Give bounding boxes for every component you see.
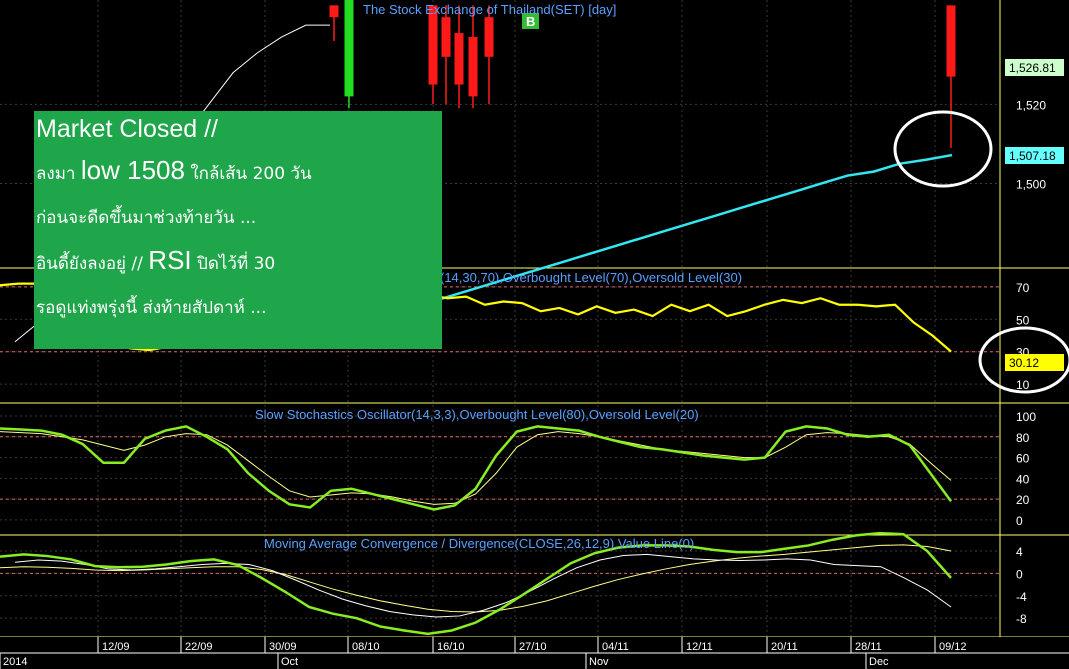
- highlight-circle: [893, 110, 993, 188]
- rsi-value-label: 30.12: [1009, 356, 1039, 370]
- x-tick-label: 04/11: [602, 641, 629, 653]
- y-tick-label: 70: [1016, 281, 1030, 295]
- period-label: Dec: [869, 656, 889, 668]
- y-tick-label: 0: [1016, 567, 1023, 581]
- last-price-label: 1,526.81: [1009, 61, 1056, 75]
- annotation-line-1: Market Closed //: [36, 115, 219, 143]
- period-label: Nov: [589, 656, 609, 668]
- annotation-line-3: ก่อนจะดีดขึ้นมาช่วงท้ายวัน ...: [36, 208, 257, 228]
- x-tick-label: 22/09: [185, 641, 213, 653]
- y-tick-label: 1,500: [1016, 177, 1046, 191]
- x-tick-label: 30/09: [269, 641, 297, 653]
- annotation-line-5: รอดูแท่งพรุ่งนี้ ส่งท้ายสัปดาห์ ...: [36, 298, 267, 318]
- rsi-panel-title: (14,30,70),Overbought Level(70),Oversold…: [440, 270, 742, 285]
- annotation-text: ลงมา: [36, 164, 81, 184]
- annotation-text: อินดี้ยังลงอยู่ //: [36, 254, 149, 274]
- y-tick-label: 1,520: [1016, 98, 1046, 112]
- y-tick-label: -8: [1016, 612, 1027, 626]
- annotation-line-2: ลงมา low 1508 ใกล้เส้น 200 วัน: [36, 155, 312, 187]
- y-tick-label: 50: [1016, 313, 1030, 327]
- annotation-box: Market Closed // ลงมา low 1508 ใกล้เส้น …: [34, 111, 442, 349]
- y-tick-label: 40: [1016, 472, 1030, 486]
- period-label: Oct: [281, 656, 298, 668]
- x-tick-label: 28/11: [855, 641, 882, 653]
- y-tick-label: 0: [1016, 514, 1023, 528]
- x-tick-label: 20/11: [771, 641, 798, 653]
- candle-body: [329, 5, 339, 18]
- candle-body: [428, 5, 438, 85]
- stock-chart: 1,520 1,500 70 50 30 10 100 80 60 40 20 0 4 0 -4 -8 B The…: [0, 0, 1069, 669]
- ma-value-label: 1,507.18: [1009, 149, 1056, 163]
- y-tick-label: 4: [1016, 545, 1023, 559]
- candle-body: [468, 37, 478, 97]
- x-tick-label: 08/10: [352, 641, 380, 653]
- x-tick-label: 16/10: [437, 641, 465, 653]
- y-tick-label: 100: [1016, 410, 1036, 424]
- annotation-text: ปิดไว้ที่ 30: [191, 254, 276, 274]
- price-panel-title: The Stock Exchange of Thailand(SET) [day…: [363, 2, 616, 17]
- macd-signal-line: [0, 544, 952, 613]
- annotation-text: ใกล้เส้น 200 วัน: [184, 164, 312, 184]
- period-label: 2014: [3, 656, 27, 668]
- candle-body: [946, 5, 956, 77]
- y-tick-label: -4: [1016, 590, 1027, 604]
- y-tick-label: 80: [1016, 431, 1030, 445]
- annotation-highlight: low 1508: [80, 155, 185, 185]
- candle-body: [484, 17, 494, 57]
- x-tick-label: 12/11: [686, 641, 713, 653]
- x-tick-label: 12/09: [102, 641, 130, 653]
- annotation-highlight: RSI: [148, 245, 192, 275]
- macd-panel-title: Moving Average Convergence / Divergence(…: [264, 536, 694, 551]
- stoch-k-line: [0, 425, 953, 511]
- candle-body: [454, 33, 464, 85]
- y-tick-label: 20: [1016, 493, 1030, 507]
- x-tick-label: 09/12: [939, 641, 967, 653]
- y-tick-label: 60: [1016, 452, 1030, 466]
- candle-body: [344, 0, 354, 97]
- x-tick-label: 27/10: [519, 641, 547, 653]
- macd-value-line: [14, 553, 952, 618]
- annotation-line-4: อินดี้ยังลงอยู่ // RSI ปิดไว้ที่ 30: [36, 245, 275, 277]
- y-tick-label: 10: [1016, 378, 1030, 392]
- stoch-panel-title: Slow Stochastics Oscillator(14,3,3),Over…: [255, 407, 699, 422]
- candle-body: [441, 17, 451, 57]
